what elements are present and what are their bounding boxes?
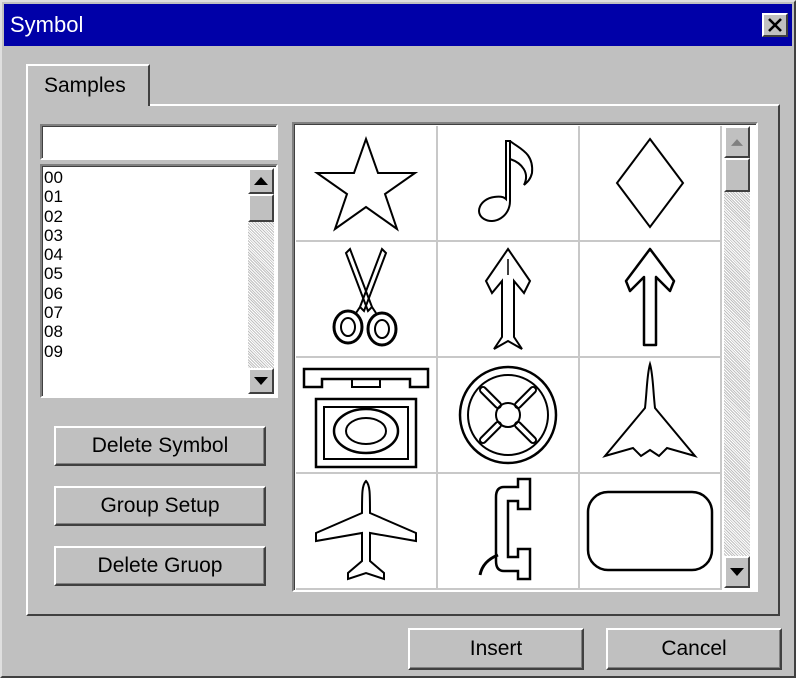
airplane-icon <box>315 479 417 581</box>
symbol-cell-handset[interactable] <box>438 474 580 590</box>
rounded-rectangle-icon <box>586 490 714 572</box>
close-icon <box>768 18 782 32</box>
group-list-items: 00 01 02 03 04 05 06 07 08 09 <box>44 168 244 361</box>
scroll-down-button[interactable] <box>248 368 274 394</box>
diamond-icon <box>615 137 685 229</box>
symbol-cell-telephone[interactable] <box>296 358 438 474</box>
symbol-cell-scissors[interactable] <box>296 242 438 358</box>
scroll-down-button[interactable] <box>724 556 750 588</box>
symbol-name-input[interactable] <box>40 124 278 160</box>
wheel-icon <box>458 365 558 465</box>
insert-button[interactable]: Insert <box>408 628 584 670</box>
up-arrow-icon <box>624 247 676 347</box>
group-setup-button[interactable]: Group Setup <box>54 486 266 526</box>
feathered-arrow-icon <box>484 247 532 350</box>
star-icon <box>313 135 419 232</box>
symbol-cell-airplane[interactable] <box>296 474 438 590</box>
handset-icon <box>478 477 532 581</box>
symbol-grid-scrollbar[interactable] <box>724 126 750 588</box>
triangle-up-icon <box>731 138 743 146</box>
symbol-grid-panel <box>292 122 758 592</box>
list-item[interactable]: 04 <box>44 245 244 264</box>
group-list[interactable]: 00 01 02 03 04 05 06 07 08 09 <box>40 164 278 398</box>
list-item[interactable]: 09 <box>44 342 244 361</box>
tab-samples-label: Samples <box>44 74 126 97</box>
list-item[interactable]: 01 <box>44 187 244 206</box>
scissors-icon <box>332 247 398 347</box>
symbol-grid <box>296 126 722 592</box>
symbol-dialog: Symbol Samples 00 01 02 03 04 05 06 07 0… <box>0 0 796 678</box>
symbol-cell-feathered-arrow[interactable] <box>438 242 580 358</box>
window-title: Symbol <box>10 12 84 37</box>
close-button[interactable] <box>762 13 788 37</box>
symbol-cell-rounded-rectangle[interactable] <box>580 474 722 590</box>
list-item[interactable]: 03 <box>44 226 244 245</box>
telephone-icon <box>302 367 430 469</box>
list-item[interactable]: 05 <box>44 264 244 283</box>
symbol-cell-star[interactable] <box>296 126 438 242</box>
group-list-scrollbar[interactable] <box>248 168 274 394</box>
cancel-button[interactable]: Cancel <box>606 628 782 670</box>
list-item[interactable]: 06 <box>44 284 244 303</box>
scroll-up-button[interactable] <box>248 168 274 194</box>
delete-group-button[interactable]: Delete Gruop <box>54 546 266 586</box>
list-item[interactable]: 07 <box>44 303 244 322</box>
list-item[interactable]: 08 <box>44 322 244 341</box>
list-item[interactable]: 00 <box>44 168 244 187</box>
scroll-thumb[interactable] <box>724 158 750 192</box>
triangle-up-icon <box>254 177 268 185</box>
music-note-icon <box>478 140 534 222</box>
scroll-thumb[interactable] <box>248 194 274 222</box>
jet-icon <box>602 360 698 458</box>
triangle-down-icon <box>730 568 744 576</box>
scroll-up-button[interactable] <box>724 126 750 158</box>
triangle-down-icon <box>254 377 268 385</box>
list-item[interactable]: 02 <box>44 207 244 226</box>
delete-symbol-button[interactable]: Delete Symbol <box>54 426 266 466</box>
symbol-cell-music-note[interactable] <box>438 126 580 242</box>
symbol-cell-up-arrow[interactable] <box>580 242 722 358</box>
symbol-cell-jet[interactable] <box>580 358 722 474</box>
symbol-cell-diamond[interactable] <box>580 126 722 242</box>
title-bar[interactable]: Symbol <box>4 4 792 46</box>
symbol-cell-wheel[interactable] <box>438 358 580 474</box>
tab-samples[interactable]: Samples <box>26 64 150 106</box>
